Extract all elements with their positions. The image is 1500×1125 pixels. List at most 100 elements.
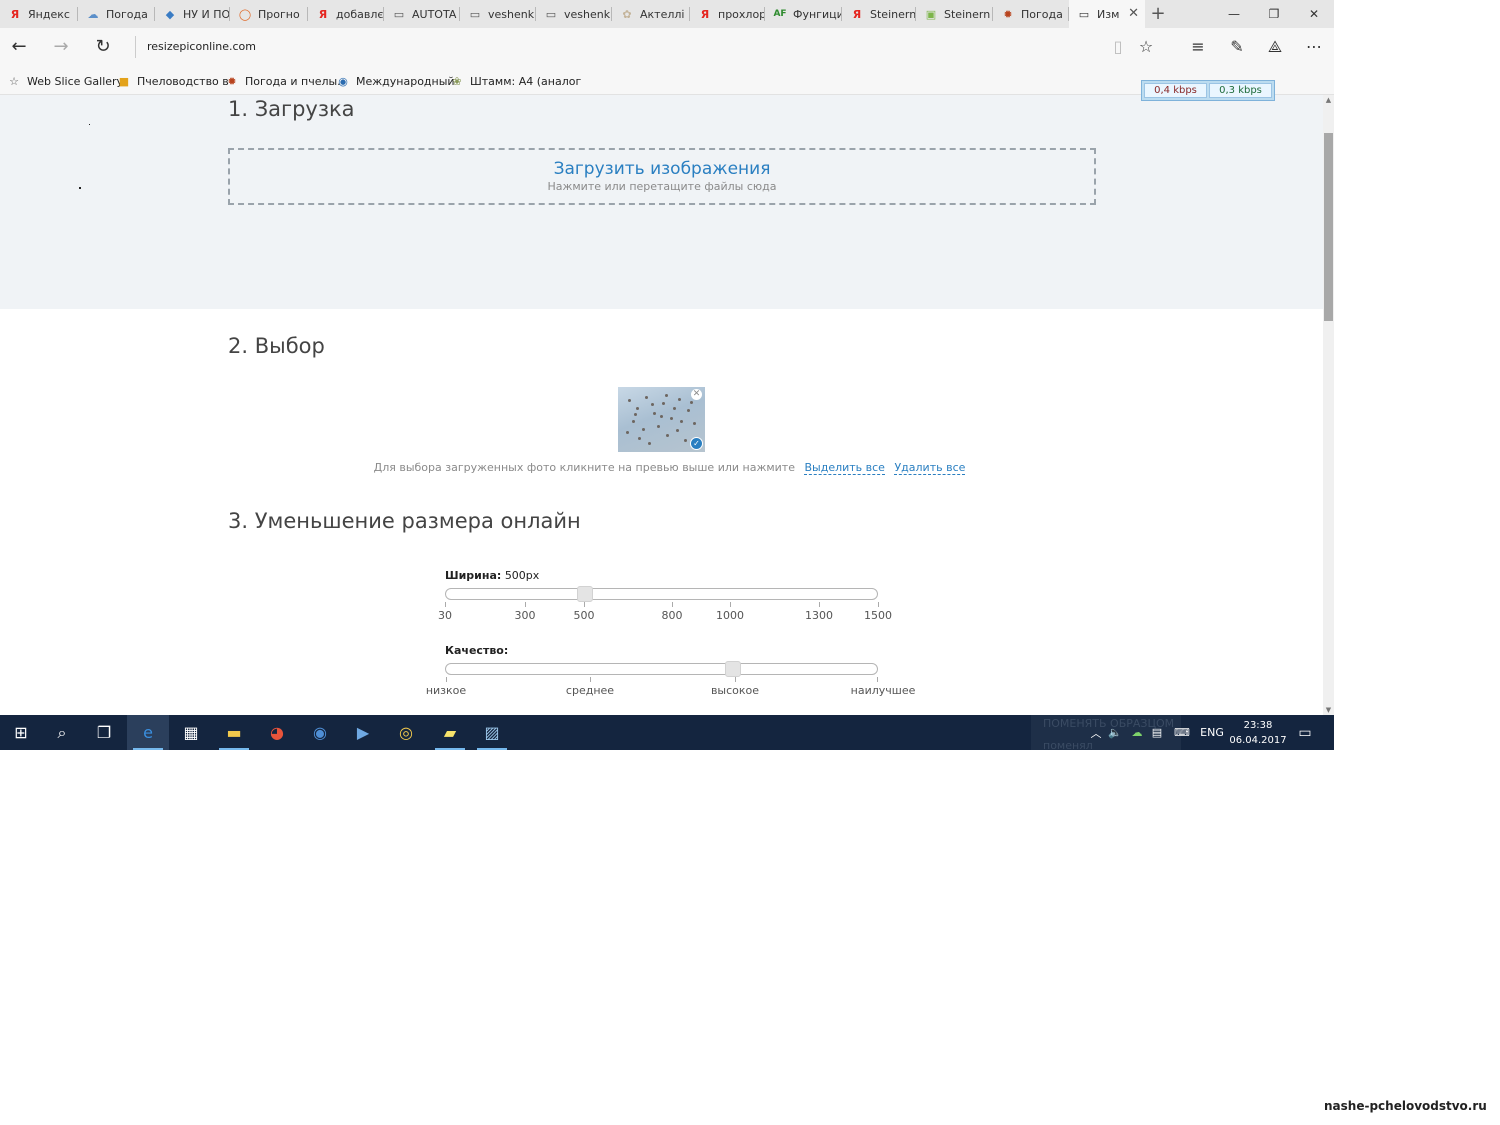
tab-8[interactable]: ▭ veshenk [536,0,612,28]
tab-1[interactable]: Я Яндекс [0,0,78,28]
bee-speck [680,420,683,423]
yandex-icon: Я [10,7,20,21]
quality-tick-label: наилучшее [850,684,916,697]
media-player-icon[interactable]: ▶ [342,715,384,750]
reading-view-icon[interactable]: ▯ [1106,36,1130,58]
tab-12[interactable]: Я Steinern [842,0,916,28]
clock-time: 23:38 [1243,720,1273,731]
tab-15[interactable]: ▭ Изм ✕ [1069,0,1145,28]
width-slider[interactable] [445,586,878,602]
back-button[interactable]: ← [7,36,31,58]
upload-hint: Нажмите или перетащите файлы сюда [547,180,777,193]
firefox-icon[interactable]: ◉ [299,715,341,750]
action-center-icon[interactable]: ▭ [1294,715,1316,750]
page-icon: ▭ [545,7,557,21]
web-note-icon[interactable]: ✎ [1225,36,1249,58]
af-icon: AF [773,9,787,19]
antivirus-icon[interactable]: ☁ [1128,715,1146,750]
stray-dot [79,187,81,189]
slider-tick [730,602,731,607]
edge-icon[interactable]: e [127,715,169,750]
keyboard-icon[interactable]: ⌨ [1170,715,1194,750]
tab-13[interactable]: ▣ Steinern [916,0,993,28]
tab-3[interactable]: ◆ НУ И ПО [155,0,230,28]
favorite-star-icon[interactable]: ☆ [1134,36,1158,58]
slider-tick [445,602,446,607]
language-indicator[interactable]: ENG [1198,715,1226,750]
tab-6[interactable]: ▭ AUTOTA [384,0,460,28]
minimize-button[interactable]: — [1214,0,1254,28]
slider-tick [525,602,526,607]
slider-tick [672,602,673,607]
delete-all-link[interactable]: Удалить все [894,461,966,475]
quality-slider-handle[interactable] [724,661,741,677]
tab-label: НУ И ПО [183,7,230,21]
close-window-button[interactable]: ✕ [1294,0,1334,28]
quality-label: Качество: [445,644,508,657]
bee-speck [638,437,641,440]
scroll-up-icon[interactable]: ▲ [1323,95,1334,105]
weather-icon: ☁ [87,7,99,21]
task-view-icon[interactable]: ❐ [83,715,125,750]
page-scrollbar[interactable]: ▲ ▼ [1323,95,1334,715]
sticky-notes-icon[interactable]: ▰ [429,715,471,750]
windows-start-icon[interactable]: ⊞ [0,715,42,750]
slider-tick [735,677,736,682]
tab-label: Погода [1021,7,1063,21]
upload-section: 1. Загрузка Загрузить изображения Нажмит… [0,95,1323,309]
width-tick-label: 500 [573,609,595,622]
system-clock[interactable]: 23:38 06.04.2017 [1226,718,1290,748]
more-icon[interactable]: ⋯ [1302,36,1326,58]
favorite-3[interactable]: ✹ Погода и пчелы. [225,74,340,88]
tab-5[interactable]: Ядобавлє [308,0,384,28]
address-bar[interactable]: resizepiconline.com [147,40,256,53]
slider-tick [819,602,820,607]
restore-button[interactable]: ❐ [1254,0,1294,28]
photos-icon[interactable]: ▨ [471,715,513,750]
hub-icon[interactable]: ≡ [1186,36,1210,58]
tab-9[interactable]: ✿ Актеллі [612,0,690,28]
download-speed: 0,4 kbps [1144,83,1207,98]
quality-slider[interactable] [445,661,878,677]
share-icon[interactable]: ⟁ [1263,36,1287,58]
new-tab-button[interactable]: + [1148,3,1168,25]
close-tab-icon[interactable]: ✕ [1128,6,1139,21]
favorite-2[interactable]: ■ Пчеловодство в [117,74,229,88]
bee-speck [651,403,654,406]
tab-4[interactable]: ◯ Прогно [230,0,308,28]
image-thumbnail[interactable]: ✕ ✓ [618,387,705,452]
yandex-icon: Я [852,7,862,21]
paint-icon[interactable]: ◕ [256,715,298,750]
tab-2[interactable]: ☁ Погода [78,0,155,28]
watermark: nashe-pchelovodstvo.ru [1324,1099,1487,1113]
volume-icon[interactable]: 🔈 [1106,715,1124,750]
store-icon[interactable]: ▦ [170,715,212,750]
upload-dropzone[interactable]: Загрузить изображения Нажмите или перета… [228,148,1096,205]
stray-dot [89,124,90,125]
file-explorer-icon[interactable]: ▬ [213,715,255,750]
select-all-link[interactable]: Выделить все [804,461,885,475]
honeycomb-icon: ■ [118,74,130,88]
refresh-button[interactable]: ↻ [91,36,115,58]
slider-tick [446,677,447,682]
scroll-down-icon[interactable]: ▼ [1323,705,1334,715]
tray-chevron-icon[interactable]: ︿ [1088,715,1104,750]
favorite-4[interactable]: ◉ Международный [336,74,454,88]
favorite-5[interactable]: ❀ Штамм: А4 (аналог [450,74,581,88]
scroll-thumb[interactable] [1324,133,1333,321]
close-icon[interactable]: ✕ [691,389,702,400]
upload-button-label[interactable]: Загрузить изображения [230,159,1094,179]
tab-14[interactable]: ✹ Погода [993,0,1069,28]
width-slider-handle[interactable] [577,586,593,602]
favorite-1[interactable]: ☆ Web Slice Gallery [7,74,123,88]
tab-10[interactable]: Япрохлор [690,0,765,28]
chrome-icon[interactable]: ◎ [385,715,427,750]
section-title-select: 2. Выбор [228,334,325,358]
tab-7[interactable]: ▭ veshenk [460,0,536,28]
network-icon[interactable]: ▤ [1148,715,1166,750]
forward-button[interactable]: → [49,36,73,58]
page-content: 1. Загрузка Загрузить изображения Нажмит… [0,95,1323,715]
tab-label: Фунгици [793,7,842,21]
tab-11[interactable]: AF Фунгици [765,0,842,28]
search-icon[interactable]: ⌕ [41,715,83,750]
